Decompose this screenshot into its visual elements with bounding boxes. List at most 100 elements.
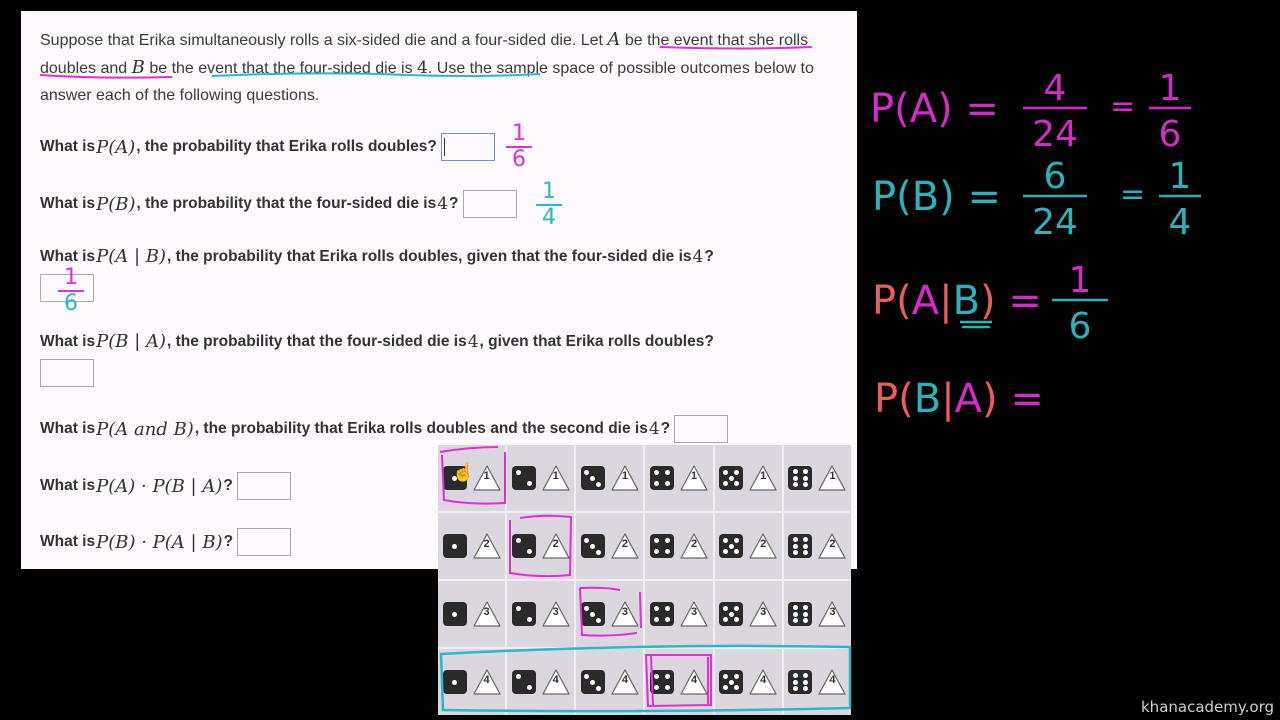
six-sided-die-icon bbox=[719, 670, 744, 694]
die-pip bbox=[793, 686, 799, 692]
six-sided-die-icon bbox=[719, 466, 744, 490]
outcome-cell: 4 bbox=[645, 649, 713, 715]
six-sided-die-icon bbox=[788, 466, 813, 490]
four-sided-die-icon: 4 bbox=[472, 669, 501, 695]
hand-denominator: 6 bbox=[512, 147, 526, 172]
hand-numerator: 1 bbox=[542, 179, 556, 204]
question-math: 4 bbox=[692, 246, 704, 267]
die-pip bbox=[793, 672, 799, 678]
six-sided-die-icon bbox=[511, 466, 536, 490]
hand-denominator: 6 bbox=[64, 291, 78, 316]
outcome-cell: 4 bbox=[714, 649, 782, 715]
die-pip bbox=[802, 672, 808, 678]
fraction-numerator: 6 bbox=[1044, 156, 1067, 197]
outcome-cell: 1 bbox=[507, 445, 575, 511]
die-pip bbox=[728, 679, 734, 685]
board-lhs-p-a: P(A) = bbox=[870, 86, 999, 132]
question-math: 4 bbox=[648, 419, 660, 439]
die-pip bbox=[654, 674, 660, 680]
die-pip bbox=[654, 548, 660, 554]
outcome-cell: 2 bbox=[783, 513, 851, 579]
four-sided-die-value: 1 bbox=[829, 470, 836, 482]
four-sided-die-value: 1 bbox=[691, 470, 698, 482]
answer-input-p-a-and-b[interactable] bbox=[674, 415, 729, 443]
die-pip bbox=[584, 469, 590, 475]
die-pip bbox=[664, 470, 670, 476]
die-pip bbox=[590, 475, 596, 481]
die-pip bbox=[734, 481, 740, 487]
question-math: P(B) bbox=[96, 193, 136, 215]
four-sided-die-value: 3 bbox=[829, 606, 836, 618]
outcome-cell: 4 bbox=[576, 649, 644, 715]
four-sided-die-value: 3 bbox=[483, 606, 490, 618]
question-math: 4 bbox=[437, 194, 449, 214]
die-pip bbox=[452, 679, 458, 685]
four-sided-die-value: 4 bbox=[760, 674, 767, 686]
math-four: 4 bbox=[417, 58, 428, 78]
die-pip bbox=[664, 616, 670, 622]
hand-numerator: 1 bbox=[64, 265, 78, 290]
die-pip bbox=[590, 611, 596, 617]
six-sided-die-icon bbox=[442, 602, 467, 626]
six-sided-die-icon bbox=[580, 534, 605, 558]
six-sided-die-icon bbox=[788, 602, 813, 626]
die-pip bbox=[654, 538, 660, 544]
four-sided-die-icon: 2 bbox=[542, 533, 570, 559]
board-lhs-p-a-given-b: P(A|B) = bbox=[872, 278, 1042, 324]
die-pip bbox=[526, 617, 532, 623]
event-a-symbol: A bbox=[607, 29, 621, 50]
intro-text: be the event that the four-sided die is bbox=[144, 60, 418, 77]
six-sided-die-icon bbox=[788, 534, 813, 558]
die-pip bbox=[590, 543, 596, 549]
four-sided-die-value: 1 bbox=[760, 470, 767, 482]
four-sided-die-icon: 1 bbox=[818, 465, 847, 491]
die-pip bbox=[526, 685, 532, 691]
answer-input-product-1[interactable] bbox=[236, 472, 291, 500]
four-sided-die-icon: 2 bbox=[749, 533, 777, 559]
six-sided-die-icon bbox=[650, 670, 675, 694]
four-sided-die-icon: 2 bbox=[611, 533, 639, 559]
four-sided-die-value: 2 bbox=[483, 538, 490, 550]
die-pip bbox=[793, 550, 799, 556]
intro-text: Suppose that Erika simultaneously rolls … bbox=[40, 32, 608, 49]
outcome-cell: 3 bbox=[645, 581, 713, 647]
die-pip bbox=[734, 673, 740, 679]
question-math: P(A) bbox=[96, 136, 136, 158]
four-sided-die-icon: 1 bbox=[749, 465, 777, 491]
die-pip bbox=[515, 537, 521, 543]
die-pip bbox=[734, 469, 740, 475]
answer-input-p-b-given-a[interactable] bbox=[40, 359, 94, 387]
question-p-a: What is P(A) , the probability that Erik… bbox=[40, 133, 495, 161]
handwritten-answer-p-a: 1 6 bbox=[506, 123, 532, 172]
answer-input-p-b[interactable] bbox=[462, 190, 517, 218]
die-pip bbox=[664, 480, 670, 486]
four-sided-die-value: 4 bbox=[483, 674, 490, 686]
die-pip bbox=[793, 536, 799, 542]
die-pip bbox=[734, 617, 740, 623]
four-sided-die-icon: 4 bbox=[542, 669, 570, 695]
six-sided-die-icon bbox=[650, 602, 675, 626]
outcome-cell: 3 bbox=[507, 581, 575, 647]
four-sided-die-icon: 3 bbox=[818, 601, 847, 627]
answer-input-product-2[interactable] bbox=[237, 528, 292, 556]
four-sided-die-value: 2 bbox=[621, 538, 628, 550]
answer-input-p-a[interactable] bbox=[440, 133, 495, 161]
outcome-cell: 2 bbox=[645, 513, 713, 579]
four-sided-die-icon: 1 bbox=[680, 465, 708, 491]
six-sided-die-icon bbox=[442, 534, 467, 558]
die-pip bbox=[526, 481, 532, 487]
question-text: What is bbox=[40, 247, 96, 265]
die-pip bbox=[802, 611, 808, 617]
board-equals: = bbox=[1120, 177, 1145, 212]
die-pip bbox=[664, 674, 670, 680]
die-pip bbox=[793, 475, 799, 481]
die-pip bbox=[722, 673, 728, 679]
die-pip bbox=[802, 475, 808, 481]
outcome-cell: 1 bbox=[645, 445, 713, 511]
six-sided-die-icon bbox=[511, 670, 536, 694]
question-p-b-given-a: What is P(B | A) , the probability that … bbox=[40, 331, 714, 352]
die-pip bbox=[596, 481, 602, 487]
text-caret bbox=[443, 138, 445, 156]
outcome-cell: 3 bbox=[714, 581, 782, 647]
die-pip bbox=[722, 537, 728, 543]
